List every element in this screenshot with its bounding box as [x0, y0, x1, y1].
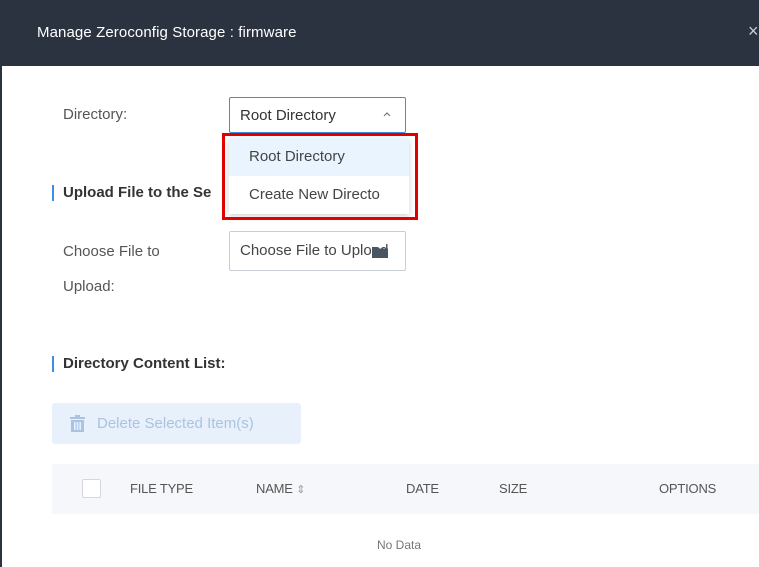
- directory-content-table: FILE TYPE NAME ⇕ DATE SIZE OPTIONS No Da…: [52, 464, 759, 567]
- directory-dropdown-menu: Root Directory Create New Directo: [229, 138, 409, 214]
- directory-select[interactable]: Root Directory: [229, 97, 406, 133]
- column-size: SIZE: [499, 481, 528, 496]
- column-name-label: NAME: [256, 481, 293, 496]
- directory-label: Directory:: [63, 106, 128, 123]
- directory-selected-value: Root Directory: [240, 107, 336, 124]
- content-list-section-title: Directory Content List:: [63, 355, 226, 372]
- folder-icon: [372, 247, 388, 258]
- column-file-type: FILE TYPE: [130, 481, 193, 496]
- file-upload-placeholder: Choose File to Upload: [240, 242, 389, 259]
- close-icon[interactable]: ×: [748, 21, 759, 42]
- dialog-header: Manage Zeroconfig Storage : firmware ×: [0, 0, 759, 66]
- column-options: OPTIONS: [659, 481, 717, 496]
- trash-icon: [70, 415, 85, 432]
- delete-selected-button[interactable]: Delete Selected Item(s): [52, 403, 301, 444]
- dialog-title: Manage Zeroconfig Storage : firmware: [37, 24, 297, 41]
- section-marker: [52, 356, 54, 372]
- empty-state-text: No Data: [377, 538, 422, 552]
- chevron-up-icon: [383, 112, 391, 117]
- dialog-edge: [0, 66, 2, 567]
- choose-file-label: Choose File to: [63, 243, 160, 260]
- delete-selected-label: Delete Selected Item(s): [97, 415, 254, 432]
- section-marker: [52, 185, 54, 201]
- column-date: DATE: [406, 481, 439, 496]
- upload-section-title: Upload File to the Se: [63, 184, 212, 201]
- option-create-new-directory[interactable]: Create New Directo: [229, 176, 409, 214]
- choose-file-label-line2: Upload:: [63, 278, 115, 295]
- sort-icon[interactable]: ⇕: [296, 484, 305, 496]
- option-root-directory[interactable]: Root Directory: [229, 138, 409, 176]
- column-name[interactable]: NAME ⇕: [256, 481, 305, 496]
- table-header: FILE TYPE NAME ⇕ DATE SIZE OPTIONS: [52, 464, 759, 514]
- file-upload-input[interactable]: Choose File to Upload: [229, 231, 406, 271]
- select-all-checkbox[interactable]: [82, 479, 101, 498]
